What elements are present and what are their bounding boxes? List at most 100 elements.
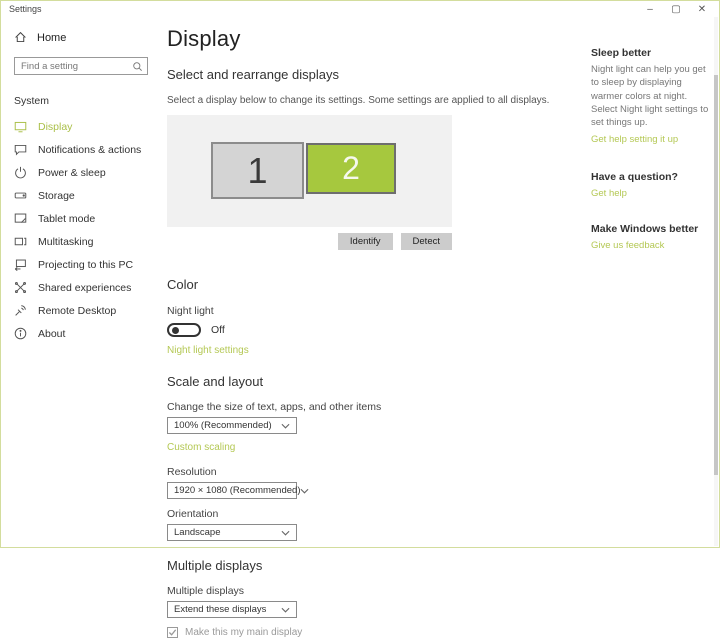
main-display-checkbox[interactable] bbox=[167, 627, 178, 638]
maximize-button[interactable]: ▢ bbox=[663, 1, 689, 17]
multiple-displays-value: Extend these displays bbox=[174, 604, 266, 615]
scaling-value: 100% (Recommended) bbox=[174, 420, 272, 431]
resolution-value: 1920 × 1080 (Recommended) bbox=[174, 485, 300, 496]
vertical-scrollbar[interactable] bbox=[714, 17, 718, 546]
title-bar: Settings – ▢ ✕ bbox=[1, 1, 719, 17]
sidebar-item-notifications[interactable]: Notifications & actions bbox=[1, 138, 161, 161]
orientation-label: Orientation bbox=[167, 508, 587, 520]
window-controls: – ▢ ✕ bbox=[637, 1, 715, 17]
page-title: Display bbox=[167, 26, 587, 52]
sidebar-item-label: Remote Desktop bbox=[38, 305, 116, 317]
help-section-question: Have a question? Get help bbox=[591, 171, 709, 201]
projecting-icon bbox=[14, 258, 27, 271]
main-display-checkbox-row: Make this my main display bbox=[167, 627, 587, 638]
night-light-toggle-row: Off bbox=[167, 323, 587, 337]
custom-scaling-link[interactable]: Custom scaling bbox=[167, 442, 235, 453]
multiple-displays-dropdown[interactable]: Extend these displays bbox=[167, 601, 297, 618]
about-icon bbox=[14, 327, 27, 340]
sidebar-item-label: Display bbox=[38, 121, 72, 133]
get-help-link[interactable]: Get help bbox=[591, 188, 627, 199]
night-light-state: Off bbox=[211, 324, 225, 336]
sidebar-item-power[interactable]: Power & sleep bbox=[1, 161, 161, 184]
identify-detect-row: Identify Detect bbox=[167, 233, 452, 250]
power-icon bbox=[14, 166, 27, 179]
sidebar-section-label: System bbox=[14, 95, 161, 107]
display-icon bbox=[14, 120, 27, 133]
tablet-icon bbox=[14, 212, 27, 225]
multiple-displays-label: Multiple displays bbox=[167, 585, 587, 597]
search-input[interactable] bbox=[15, 61, 127, 72]
sidebar-nav: Display Notifications & actions Power & … bbox=[1, 115, 161, 345]
close-button[interactable]: ✕ bbox=[689, 1, 715, 17]
night-light-settings-link[interactable]: Night light settings bbox=[167, 345, 249, 356]
home-icon bbox=[14, 31, 27, 44]
toggle-knob bbox=[172, 327, 179, 334]
size-label: Change the size of text, apps, and other… bbox=[167, 401, 587, 413]
rearrange-heading: Select and rearrange displays bbox=[167, 67, 587, 82]
sidebar-item-remote[interactable]: Remote Desktop bbox=[1, 299, 161, 322]
multitasking-icon bbox=[14, 235, 27, 248]
get-help-setting-up-link[interactable]: Get help setting it up bbox=[591, 134, 678, 145]
night-light-label: Night light bbox=[167, 305, 587, 317]
help-heading: Make Windows better bbox=[591, 223, 709, 235]
monitor-1[interactable]: 1 bbox=[211, 142, 304, 199]
scaling-dropdown[interactable]: 100% (Recommended) bbox=[167, 417, 297, 434]
display-arrangement-canvas: 1 2 bbox=[167, 115, 452, 227]
settings-window: Settings – ▢ ✕ Home System bbox=[0, 0, 720, 548]
sidebar-item-label: Multitasking bbox=[38, 236, 93, 248]
sidebar-item-display[interactable]: Display bbox=[1, 115, 161, 138]
chevron-down-icon bbox=[281, 530, 290, 536]
sidebar-item-label: Tablet mode bbox=[38, 213, 95, 225]
chevron-down-icon bbox=[300, 488, 309, 494]
remote-desktop-icon bbox=[14, 304, 27, 317]
color-heading: Color bbox=[167, 277, 587, 292]
notifications-icon bbox=[14, 143, 27, 156]
shared-experiences-icon bbox=[14, 281, 27, 294]
help-heading: Sleep better bbox=[591, 47, 709, 59]
night-light-toggle[interactable] bbox=[167, 323, 201, 337]
chevron-down-icon bbox=[281, 607, 290, 613]
window-title: Settings bbox=[9, 4, 42, 14]
sidebar-item-storage[interactable]: Storage bbox=[1, 184, 161, 207]
help-panel: Sleep better Night light can help you ge… bbox=[591, 17, 709, 253]
sidebar-item-multitasking[interactable]: Multitasking bbox=[1, 230, 161, 253]
help-heading: Have a question? bbox=[591, 171, 709, 183]
resolution-label: Resolution bbox=[167, 466, 587, 478]
identify-button[interactable]: Identify bbox=[338, 233, 393, 250]
search-box bbox=[14, 57, 148, 75]
search-icon[interactable] bbox=[132, 61, 143, 72]
sidebar-item-label: Notifications & actions bbox=[38, 144, 141, 156]
sidebar-item-home[interactable]: Home bbox=[14, 31, 161, 44]
sidebar: Home System Display bbox=[1, 17, 161, 547]
sidebar-item-label: Storage bbox=[38, 190, 75, 202]
give-feedback-link[interactable]: Give us feedback bbox=[591, 240, 664, 251]
scale-heading: Scale and layout bbox=[167, 374, 587, 389]
sidebar-item-label: Power & sleep bbox=[38, 167, 106, 179]
sidebar-item-about[interactable]: About bbox=[1, 322, 161, 345]
resolution-dropdown[interactable]: 1920 × 1080 (Recommended) bbox=[167, 482, 297, 499]
scrollbar-thumb[interactable] bbox=[714, 75, 718, 475]
chevron-down-icon bbox=[281, 423, 290, 429]
orientation-dropdown[interactable]: Landscape bbox=[167, 524, 297, 541]
detect-button[interactable]: Detect bbox=[401, 233, 452, 250]
rearrange-description: Select a display below to change its set… bbox=[167, 95, 587, 106]
monitor-2[interactable]: 2 bbox=[306, 143, 396, 194]
sidebar-item-label: Shared experiences bbox=[38, 282, 131, 294]
sidebar-item-shared[interactable]: Shared experiences bbox=[1, 276, 161, 299]
sidebar-home-label: Home bbox=[37, 32, 66, 44]
multiple-displays-heading: Multiple displays bbox=[167, 558, 587, 573]
sidebar-item-label: About bbox=[38, 328, 65, 340]
help-section-sleep: Sleep better Night light can help you ge… bbox=[591, 47, 709, 147]
sidebar-item-label: Projecting to this PC bbox=[38, 259, 133, 271]
help-body: Night light can help you get to sleep by… bbox=[591, 63, 709, 129]
sidebar-item-tablet[interactable]: Tablet mode bbox=[1, 207, 161, 230]
minimize-button[interactable]: – bbox=[637, 1, 663, 17]
monitor-2-number: 2 bbox=[342, 150, 360, 187]
main-display-checkbox-label: Make this my main display bbox=[185, 627, 302, 638]
sidebar-item-projecting[interactable]: Projecting to this PC bbox=[1, 253, 161, 276]
monitor-1-number: 1 bbox=[247, 150, 267, 192]
storage-icon bbox=[14, 189, 27, 202]
main-content: Display Select and rearrange displays Se… bbox=[167, 17, 587, 547]
help-section-feedback: Make Windows better Give us feedback bbox=[591, 223, 709, 253]
orientation-value: Landscape bbox=[174, 527, 220, 538]
